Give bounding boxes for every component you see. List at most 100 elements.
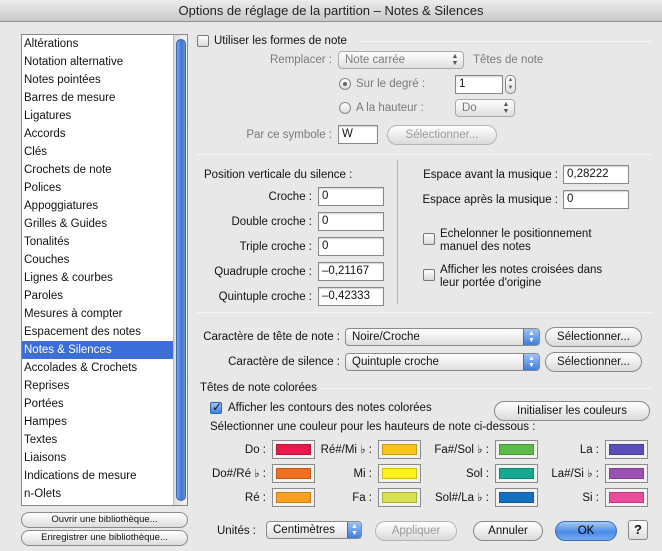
on-degree-label: Sur le degré : xyxy=(356,78,426,90)
units-popup-value: Centimètres xyxy=(273,524,335,536)
popup-arrows-icon: ▲ ▼ xyxy=(451,53,459,67)
pitch-popup-value: Do xyxy=(462,102,477,114)
sidebar-item[interactable]: Tonalités xyxy=(22,233,174,251)
sidebar-item[interactable]: Barres de mesure xyxy=(22,89,174,107)
sidebar-item[interactable]: Textes xyxy=(22,431,174,449)
cancel-button[interactable]: Annuler xyxy=(473,521,543,541)
cross-staff-label-line2: leur portée d'origine xyxy=(440,277,542,289)
on-degree-radio[interactable] xyxy=(339,78,351,90)
sidebar-item[interactable]: Reprises xyxy=(22,377,174,395)
pitch-color-label: Sol : xyxy=(465,468,489,480)
pitch-color-label: Fa#/Sol ♭ : xyxy=(434,444,489,456)
cross-staff-label-line1: Afficher les notes croisées dans xyxy=(440,264,603,276)
rest-position-input[interactable]: 0 xyxy=(318,237,384,256)
by-symbol-label: Par ce symbole : xyxy=(246,129,332,141)
color-swatch xyxy=(609,444,644,455)
noteheads-label: Têtes de note xyxy=(473,54,544,66)
rest-position-input[interactable]: 0 xyxy=(318,212,384,231)
sidebar-item[interactable]: Clés xyxy=(22,143,174,161)
notehead-char-label: Caractère de tête de note : xyxy=(203,331,340,343)
sidebar-item[interactable]: Espacement des notes xyxy=(22,323,174,341)
select-rest-char-button[interactable]: Sélectionner... xyxy=(545,352,642,372)
rest-position-label: Double croche : xyxy=(231,216,312,228)
category-list[interactable]: Altérations Notation alternative Notes poi… xyxy=(21,34,188,506)
show-outline-checkbox[interactable] xyxy=(210,400,222,414)
sidebar-item[interactable]: Hampes xyxy=(22,413,174,431)
sidebar-item[interactable]: Paroles xyxy=(22,287,174,305)
replace-label: Remplacer : xyxy=(270,54,332,66)
sidebar-item[interactable]: Crochets de note xyxy=(22,161,174,179)
space-after-input[interactable]: 0 xyxy=(563,190,629,209)
rest-position-label: Quintuple croche : xyxy=(218,291,312,303)
sidebar-item[interactable]: Couches xyxy=(22,251,174,269)
pitch-color-label: Mi : xyxy=(353,468,372,480)
sidebar-item[interactable]: Indications de mesure xyxy=(22,467,174,485)
sidebar-item[interactable]: Ligatures xyxy=(22,107,174,125)
sidebar-item[interactable]: Liaisons xyxy=(22,449,174,467)
save-library-button[interactable]: Enregistrer une bibliothèque... xyxy=(21,530,188,546)
sidebar-item[interactable]: Polices xyxy=(22,179,174,197)
pitch-color-label: Sol#/La ♭ : xyxy=(434,492,489,504)
sidebar-item[interactable]: Notes pointées xyxy=(22,71,174,89)
sidebar-item[interactable]: Portées xyxy=(22,395,174,413)
sidebar-item[interactable]: Mesures à compter xyxy=(22,305,174,323)
sidebar-item[interactable]: n-Olets xyxy=(22,485,174,503)
select-symbol-button[interactable]: Sélectionner... xyxy=(387,125,497,145)
section-divider xyxy=(322,388,652,389)
column-divider xyxy=(397,160,398,304)
reset-colors-button[interactable]: Initialiser les couleurs xyxy=(494,401,650,421)
rest-position-input[interactable]: –0,21167 xyxy=(318,262,384,281)
stagger-label-line1: Echelonner le positionnement xyxy=(440,228,592,240)
color-swatch xyxy=(609,492,644,503)
pitch-color-well[interactable] xyxy=(605,464,648,483)
colored-noteheads-title: Têtes de note colorées xyxy=(200,382,317,394)
degree-stepper[interactable]: ▲ ▼ xyxy=(505,75,516,94)
sidebar-item[interactable]: Altérations xyxy=(22,35,174,53)
select-notehead-char-button[interactable]: Sélectionner... xyxy=(545,327,642,347)
rest-position-input[interactable]: –0,42333 xyxy=(318,287,384,306)
cross-staff-checkbox[interactable] xyxy=(423,269,435,281)
rest-position-input[interactable]: 0 xyxy=(318,187,384,206)
help-button[interactable]: ? xyxy=(628,520,648,540)
color-swatch xyxy=(609,468,644,479)
pitch-color-well[interactable] xyxy=(605,488,648,507)
sidebar-item[interactable]: Accords xyxy=(22,125,174,143)
on-degree-input[interactable]: 1 xyxy=(455,75,503,94)
rest-char-value: Quintuple croche xyxy=(352,356,439,368)
units-popup[interactable]: Centimètres ▲ ▼ xyxy=(266,521,362,539)
sidebar-item[interactable]: Appoggiatures xyxy=(22,197,174,215)
show-outline-label: Afficher les contours des notes colorées xyxy=(228,402,432,414)
rest-position-label: Triple croche : xyxy=(239,241,312,253)
rest-char-popup[interactable]: Quintuple croche ▲ ▼ xyxy=(345,353,540,371)
stagger-label-line2: manuel des notes xyxy=(440,241,531,253)
section-divider xyxy=(197,154,652,155)
popup-arrows-icon: ▲ ▼ xyxy=(523,354,539,370)
sidebar-item[interactable]: Accolades & Crochets xyxy=(22,359,174,377)
section-divider xyxy=(197,312,652,313)
apply-button[interactable]: Appliquer xyxy=(375,521,457,541)
at-pitch-label: A la hauteur : xyxy=(356,102,424,114)
space-before-label: Espace avant la musique : xyxy=(423,169,558,181)
pitch-color-well[interactable] xyxy=(605,440,648,459)
color-instruction: Sélectionner une couleur pour les hauteu… xyxy=(210,421,536,433)
at-pitch-radio[interactable] xyxy=(339,102,351,114)
symbol-input[interactable]: W xyxy=(338,125,378,144)
stagger-checkbox[interactable] xyxy=(423,233,435,245)
use-note-shapes-label: Utiliser les formes de note xyxy=(214,35,347,47)
ok-button[interactable]: OK xyxy=(555,521,617,541)
replace-popup[interactable]: Note carrée ▲ ▼ xyxy=(338,51,464,69)
category-scrollbar[interactable] xyxy=(173,35,187,505)
use-note-shapes-checkbox[interactable] xyxy=(197,35,209,47)
sidebar-item[interactable]: Grilles & Guides xyxy=(22,215,174,233)
open-library-button[interactable]: Ouvrir une bibliothèque... xyxy=(21,512,188,528)
space-after-label: Espace après la musique : xyxy=(422,194,558,206)
sidebar-item[interactable]: Notes & Silences xyxy=(22,341,174,359)
popup-arrows-icon: ▲ ▼ xyxy=(347,522,361,538)
notehead-char-popup[interactable]: Noire/Croche ▲ ▼ xyxy=(345,328,540,346)
rest-position-label: Quadruple croche : xyxy=(214,266,312,278)
pitch-popup[interactable]: Do ▲ ▼ xyxy=(455,99,515,117)
scroll-thumb[interactable] xyxy=(176,39,186,501)
sidebar-item[interactable]: Notation alternative xyxy=(22,53,174,71)
space-before-input[interactable]: 0,28222 xyxy=(563,165,629,184)
sidebar-item[interactable]: Lignes & courbes xyxy=(22,269,174,287)
